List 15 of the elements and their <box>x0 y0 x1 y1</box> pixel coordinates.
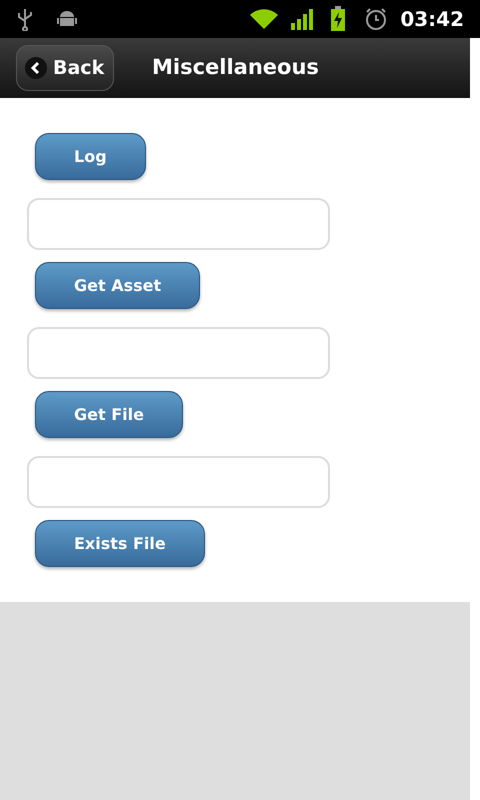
input-field[interactable] <box>27 456 330 508</box>
page-title: Miscellaneous <box>152 54 319 82</box>
usb-icon <box>16 7 34 31</box>
back-button[interactable]: Back <box>16 45 114 91</box>
clock-time: 03:42 <box>400 6 464 33</box>
action-button[interactable]: Get File <box>35 391 183 438</box>
alarm-clock-icon <box>364 7 388 31</box>
charging-battery-icon <box>330 6 346 32</box>
action-button[interactable]: Get Asset <box>35 262 200 309</box>
action-button[interactable]: Exists File <box>35 520 205 567</box>
wifi-icon <box>248 7 280 31</box>
input-field[interactable] <box>27 198 330 250</box>
action-button[interactable]: Log <box>35 133 146 180</box>
chevron-left-icon <box>25 57 47 79</box>
input-field[interactable] <box>27 327 330 379</box>
